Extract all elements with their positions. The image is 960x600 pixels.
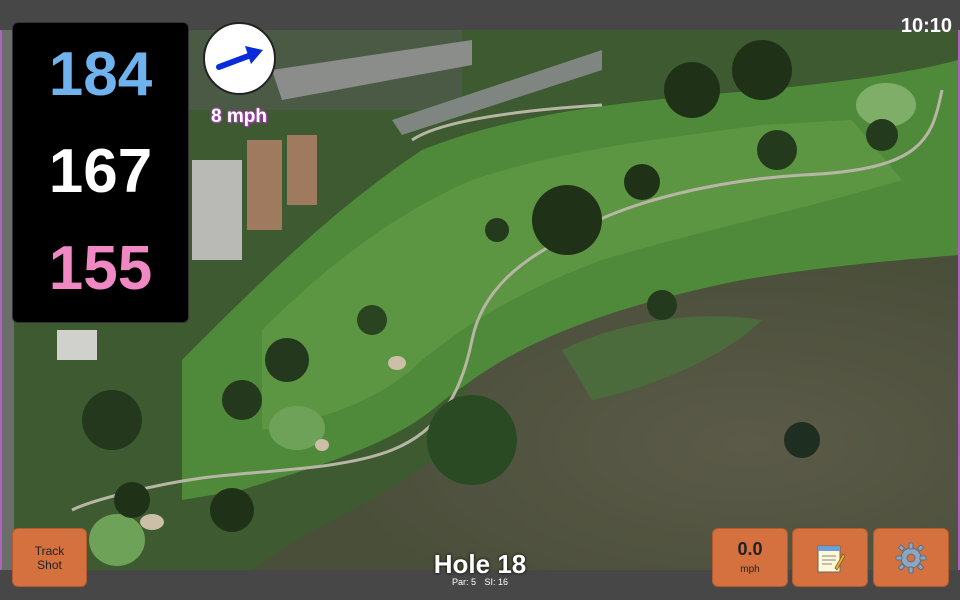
wind-arrow-icon — [216, 46, 263, 70]
clock: 10:10 — [900, 15, 952, 37]
gear-icon — [895, 542, 927, 573]
hole-title: Hole 18 — [433, 549, 527, 579]
hole-meta: Par: 5 SI: 16 — [380, 577, 580, 587]
speed-button[interactable]: 0.0 mph — [712, 528, 788, 587]
notepad-icon — [817, 545, 845, 572]
wind-speed-label: 8 mph — [211, 106, 267, 127]
hole-stroke-index: SI: 16 — [484, 577, 509, 587]
distance-panel: 184 167 155 — [12, 22, 189, 323]
wind-indicator[interactable] — [203, 22, 276, 95]
speed-value: 0.0 — [737, 539, 763, 559]
hole-par: Par: 5 — [451, 577, 476, 587]
distance-back: 184 — [48, 40, 153, 109]
distance-front: 155 — [48, 234, 153, 303]
distance-middle: 167 — [48, 137, 153, 206]
notes-button[interactable] — [792, 528, 868, 587]
speed-unit: mph — [740, 564, 760, 575]
track-shot-button[interactable]: Track Shot — [12, 528, 87, 587]
settings-button[interactable] — [873, 528, 949, 587]
